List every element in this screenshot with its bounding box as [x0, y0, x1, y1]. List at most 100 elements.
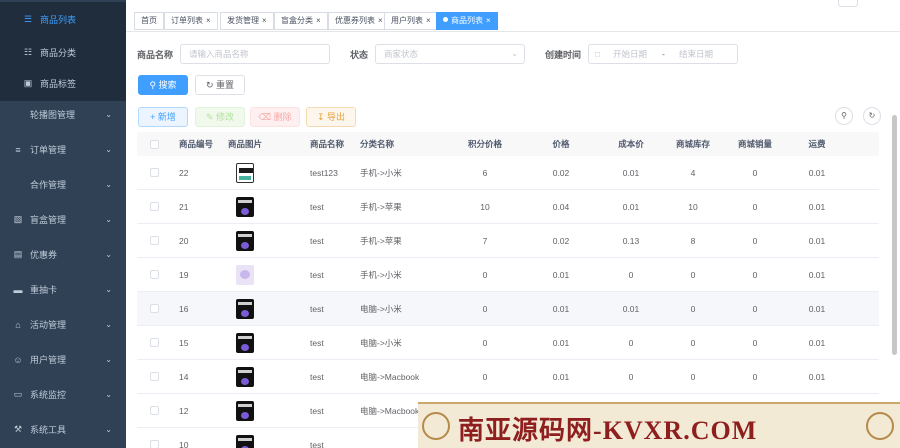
watermark-banner: 南亚源码网-KVXR.COM — [418, 402, 900, 448]
product-thumbnail[interactable] — [236, 298, 254, 319]
sidebar-item[interactable]: ▤ 优惠券 ⌄ — [0, 237, 126, 272]
product-thumbnail[interactable] — [236, 434, 254, 448]
sidebar-item-label: 商品分类 — [40, 48, 77, 58]
tab-tag[interactable]: 发货管理 × — [220, 12, 274, 30]
product-image-cell — [225, 258, 265, 291]
sidebar-item[interactable]: 轮播图管理 ⌄ — [0, 97, 126, 132]
close-icon[interactable]: × — [206, 16, 211, 25]
export-button-label: 导出 — [327, 112, 346, 122]
product-thumbnail[interactable] — [236, 264, 254, 285]
sidebar-item[interactable]: ≡ 订单管理 ⌄ — [0, 132, 126, 167]
sidebar-item[interactable]: ☷ 商品分类 — [0, 35, 126, 70]
close-icon[interactable]: × — [316, 16, 321, 25]
table-row[interactable]: 19 test 手机->小米 0 0.01 0 0 0 0.01 — [137, 258, 879, 292]
product-image-cell — [225, 224, 265, 257]
row-checkbox[interactable] — [149, 338, 159, 347]
row-checkbox[interactable] — [149, 372, 159, 381]
cell-sales: 0 — [752, 167, 758, 178]
sidebar-item-label: 优惠券 — [30, 250, 58, 260]
cell-freight: 0.01 — [808, 167, 826, 178]
thumbnail-band — [238, 369, 252, 373]
cell-points: 0 — [482, 337, 488, 348]
date-range-picker[interactable]: □ 开始日期 - 结束日期 — [588, 44, 738, 64]
tab-tag[interactable]: 首页 — [134, 12, 164, 30]
sidebar-item[interactable]: ▬ 重抽卡 ⌄ — [0, 272, 126, 307]
list-icon: ☰ — [23, 14, 33, 24]
row-select-cell — [144, 394, 164, 427]
product-thumbnail[interactable] — [236, 332, 254, 353]
tags-view: 首页 订单列表 × 发货管理 × 盲盒分类 × 优惠券列表 × 用户列表 × 商品列表 × — [126, 10, 900, 32]
sidebar-item[interactable]: ⚒ 系统工具 ⌄ — [0, 412, 126, 447]
trash-icon: ⌫ — [258, 112, 272, 122]
product-thumbnail[interactable] — [236, 366, 254, 387]
product-thumbnail[interactable] — [236, 196, 254, 217]
product-thumbnail[interactable] — [236, 400, 254, 421]
tab-tag[interactable]: 商品列表 × — [436, 12, 498, 30]
sidebar-item[interactable]: ▭ 系统监控 ⌄ — [0, 377, 126, 412]
sidebar-item[interactable]: ☺ 用户管理 ⌄ — [0, 342, 126, 377]
row-checkbox[interactable] — [149, 440, 159, 448]
cell-category: 电脑->小米 — [360, 303, 402, 314]
row-checkbox[interactable] — [149, 236, 159, 245]
cell-category: 电脑->Macbook — [360, 371, 420, 382]
tab-tag[interactable]: 订单列表 × — [164, 12, 218, 30]
column-header: 积分价格 — [467, 139, 502, 149]
refresh-icon: ↻ — [868, 111, 876, 120]
tab-tag-label: 订单列表 — [171, 16, 203, 25]
refresh-table-button[interactable]: ↻ — [863, 107, 881, 125]
card-icon: ▬ — [13, 284, 23, 295]
row-checkbox[interactable] — [149, 202, 159, 211]
sidebar-item[interactable]: ⌂ 活动管理 ⌄ — [0, 307, 126, 342]
product-image-cell — [225, 292, 265, 325]
row-checkbox[interactable] — [149, 270, 159, 279]
close-icon[interactable]: × — [486, 16, 491, 25]
start-date-input[interactable]: 开始日期 — [613, 45, 647, 63]
product-name-input[interactable]: 请输入商品名称 — [180, 44, 330, 64]
sidebar-item[interactable]: ▣ 商品标签 — [0, 66, 126, 101]
top-dropdown-control[interactable] — [838, 0, 858, 7]
tree-icon: ☷ — [23, 47, 33, 57]
home-icon: ⌂ — [15, 319, 21, 330]
add-button[interactable]: + 新增 — [138, 107, 188, 127]
product-thumbnail[interactable] — [236, 162, 254, 183]
product-image-cell — [225, 190, 265, 223]
end-date-input[interactable]: 结束日期 — [679, 45, 713, 63]
thumbnail-graphic — [239, 175, 251, 180]
close-icon[interactable]: × — [262, 16, 267, 25]
table-row[interactable]: 22 test123 手机->小米 6 0.02 0.01 4 0 0.01 — [137, 156, 879, 190]
table-row[interactable]: 16 test 电脑->小米 0 0.01 0.01 0 0 0.01 — [137, 292, 879, 326]
active-dot-icon — [443, 17, 448, 22]
sidebar-item-label: 轮播图管理 — [30, 110, 76, 120]
table-row[interactable]: 21 test 手机->苹果 10 0.04 0.01 10 0 0.01 — [137, 190, 879, 224]
row-checkbox[interactable] — [149, 406, 159, 415]
sidebar-item[interactable]: 合作管理 ⌄ — [0, 167, 126, 202]
row-checkbox[interactable] — [149, 168, 159, 177]
table-row[interactable]: 20 test 手机->苹果 7 0.02 0.13 8 0 0.01 — [137, 224, 879, 258]
close-icon[interactable]: × — [426, 16, 431, 25]
cell-sales: 0 — [752, 371, 758, 382]
cell-sales: 0 — [752, 337, 758, 348]
search-button[interactable]: ⚲ 搜索 — [138, 75, 188, 95]
export-button[interactable]: ↧ 导出 — [306, 107, 356, 127]
tab-tag[interactable]: 盲盒分类 × — [274, 12, 328, 30]
status-select[interactable]: 商家状态 ⌄ — [375, 44, 525, 64]
toggle-search-button[interactable]: ⚲ — [835, 107, 853, 125]
sidebar-item[interactable]: ▧ 盲盒管理 ⌄ — [0, 202, 126, 237]
ornament-icon — [422, 412, 450, 440]
table-row[interactable]: 15 test 电脑->小米 0 0.01 0 0 0 0.01 — [137, 326, 879, 360]
sidebar-item-label: 订单管理 — [30, 145, 67, 155]
sidebar-item[interactable]: ☰ 商品列表 — [0, 2, 126, 37]
table-row[interactable]: 14 test 电脑->Macbook 0 0.01 0 0 0 0.01 — [137, 360, 879, 394]
cell-cost: 0.13 — [622, 235, 640, 246]
reset-button[interactable]: ↻ 重置 — [195, 75, 245, 95]
cell-category: 手机->苹果 — [360, 201, 402, 212]
tab-tag[interactable]: 用户列表 × — [384, 12, 438, 30]
edit-button[interactable]: ✎ 修改 — [195, 107, 245, 127]
delete-button[interactable]: ⌫ 删除 — [250, 107, 300, 127]
select-all-checkbox[interactable] — [149, 139, 159, 149]
tab-tag[interactable]: 优惠券列表 × — [328, 12, 390, 30]
row-checkbox[interactable] — [149, 304, 159, 313]
product-thumbnail[interactable] — [236, 230, 254, 251]
vertical-scrollbar[interactable] — [892, 115, 897, 355]
close-icon[interactable]: × — [378, 16, 383, 25]
